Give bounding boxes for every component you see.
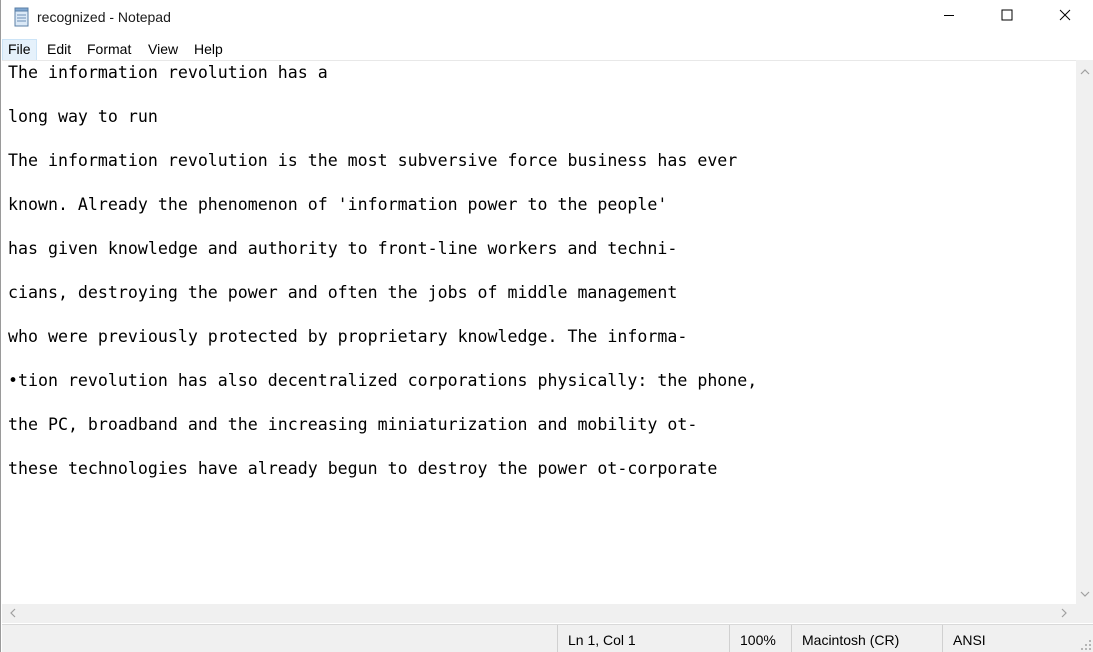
scroll-left-button[interactable] xyxy=(4,604,21,623)
menu-format[interactable]: Format xyxy=(81,39,137,61)
minimize-button[interactable] xyxy=(920,0,978,34)
window-title: recognized - Notepad xyxy=(37,9,171,25)
text-line: long way to run xyxy=(8,107,158,126)
text-line: cians, destroying the power and often th… xyxy=(8,283,678,302)
resize-grip-icon[interactable] xyxy=(1080,638,1092,650)
menu-help[interactable]: Help xyxy=(188,39,229,61)
status-bar: Ln 1, Col 1 100% Macintosh (CR) ANSI xyxy=(2,624,1093,652)
status-zoom: 100% xyxy=(729,625,791,652)
notepad-icon xyxy=(13,7,31,27)
scroll-up-button[interactable] xyxy=(1076,62,1093,79)
notepad-window: recognized - Notepad File Edit Format Vi… xyxy=(0,0,1093,652)
close-icon xyxy=(1059,8,1071,26)
close-button[interactable] xyxy=(1036,0,1093,34)
text-line: The information revolution is the most s… xyxy=(8,151,738,170)
text-line: has given knowledge and authority to fro… xyxy=(8,239,678,258)
text-editor[interactable]: The information revolution has a long wa… xyxy=(2,60,1076,604)
text-line: known. Already the phenomenon of 'inform… xyxy=(8,195,668,214)
menu-view[interactable]: View xyxy=(142,39,184,61)
chevron-down-icon xyxy=(1080,584,1090,602)
menu-edit[interactable]: Edit xyxy=(41,39,77,61)
status-encoding: ANSI xyxy=(942,625,1093,652)
text-line: these technologies have already begun to… xyxy=(8,459,718,478)
menu-bar: File Edit Format View Help xyxy=(1,36,1093,61)
title-bar[interactable]: recognized - Notepad xyxy=(1,0,1093,36)
menu-file[interactable]: File xyxy=(2,39,37,61)
text-line: who were previously protected by proprie… xyxy=(8,327,688,346)
maximize-button[interactable] xyxy=(978,0,1036,34)
scroll-down-button[interactable] xyxy=(1076,584,1093,601)
text-line: •tion revolution has also decentralized … xyxy=(8,371,758,390)
vertical-scrollbar[interactable] xyxy=(1076,60,1093,604)
text-line: the PC, broadband and the increasing min… xyxy=(8,415,698,434)
maximize-icon xyxy=(1001,8,1013,26)
scroll-right-button[interactable] xyxy=(1055,604,1072,623)
status-cursor-position: Ln 1, Col 1 xyxy=(557,625,729,652)
horizontal-scrollbar[interactable] xyxy=(2,604,1076,623)
status-line-ending: Macintosh (CR) xyxy=(791,625,942,652)
text-line: The information revolution has a xyxy=(8,63,328,82)
scrollbar-corner xyxy=(1076,604,1093,623)
minimize-icon xyxy=(943,8,955,26)
chevron-up-icon xyxy=(1080,62,1090,80)
chevron-right-icon xyxy=(1061,605,1067,623)
chevron-left-icon xyxy=(9,605,16,623)
